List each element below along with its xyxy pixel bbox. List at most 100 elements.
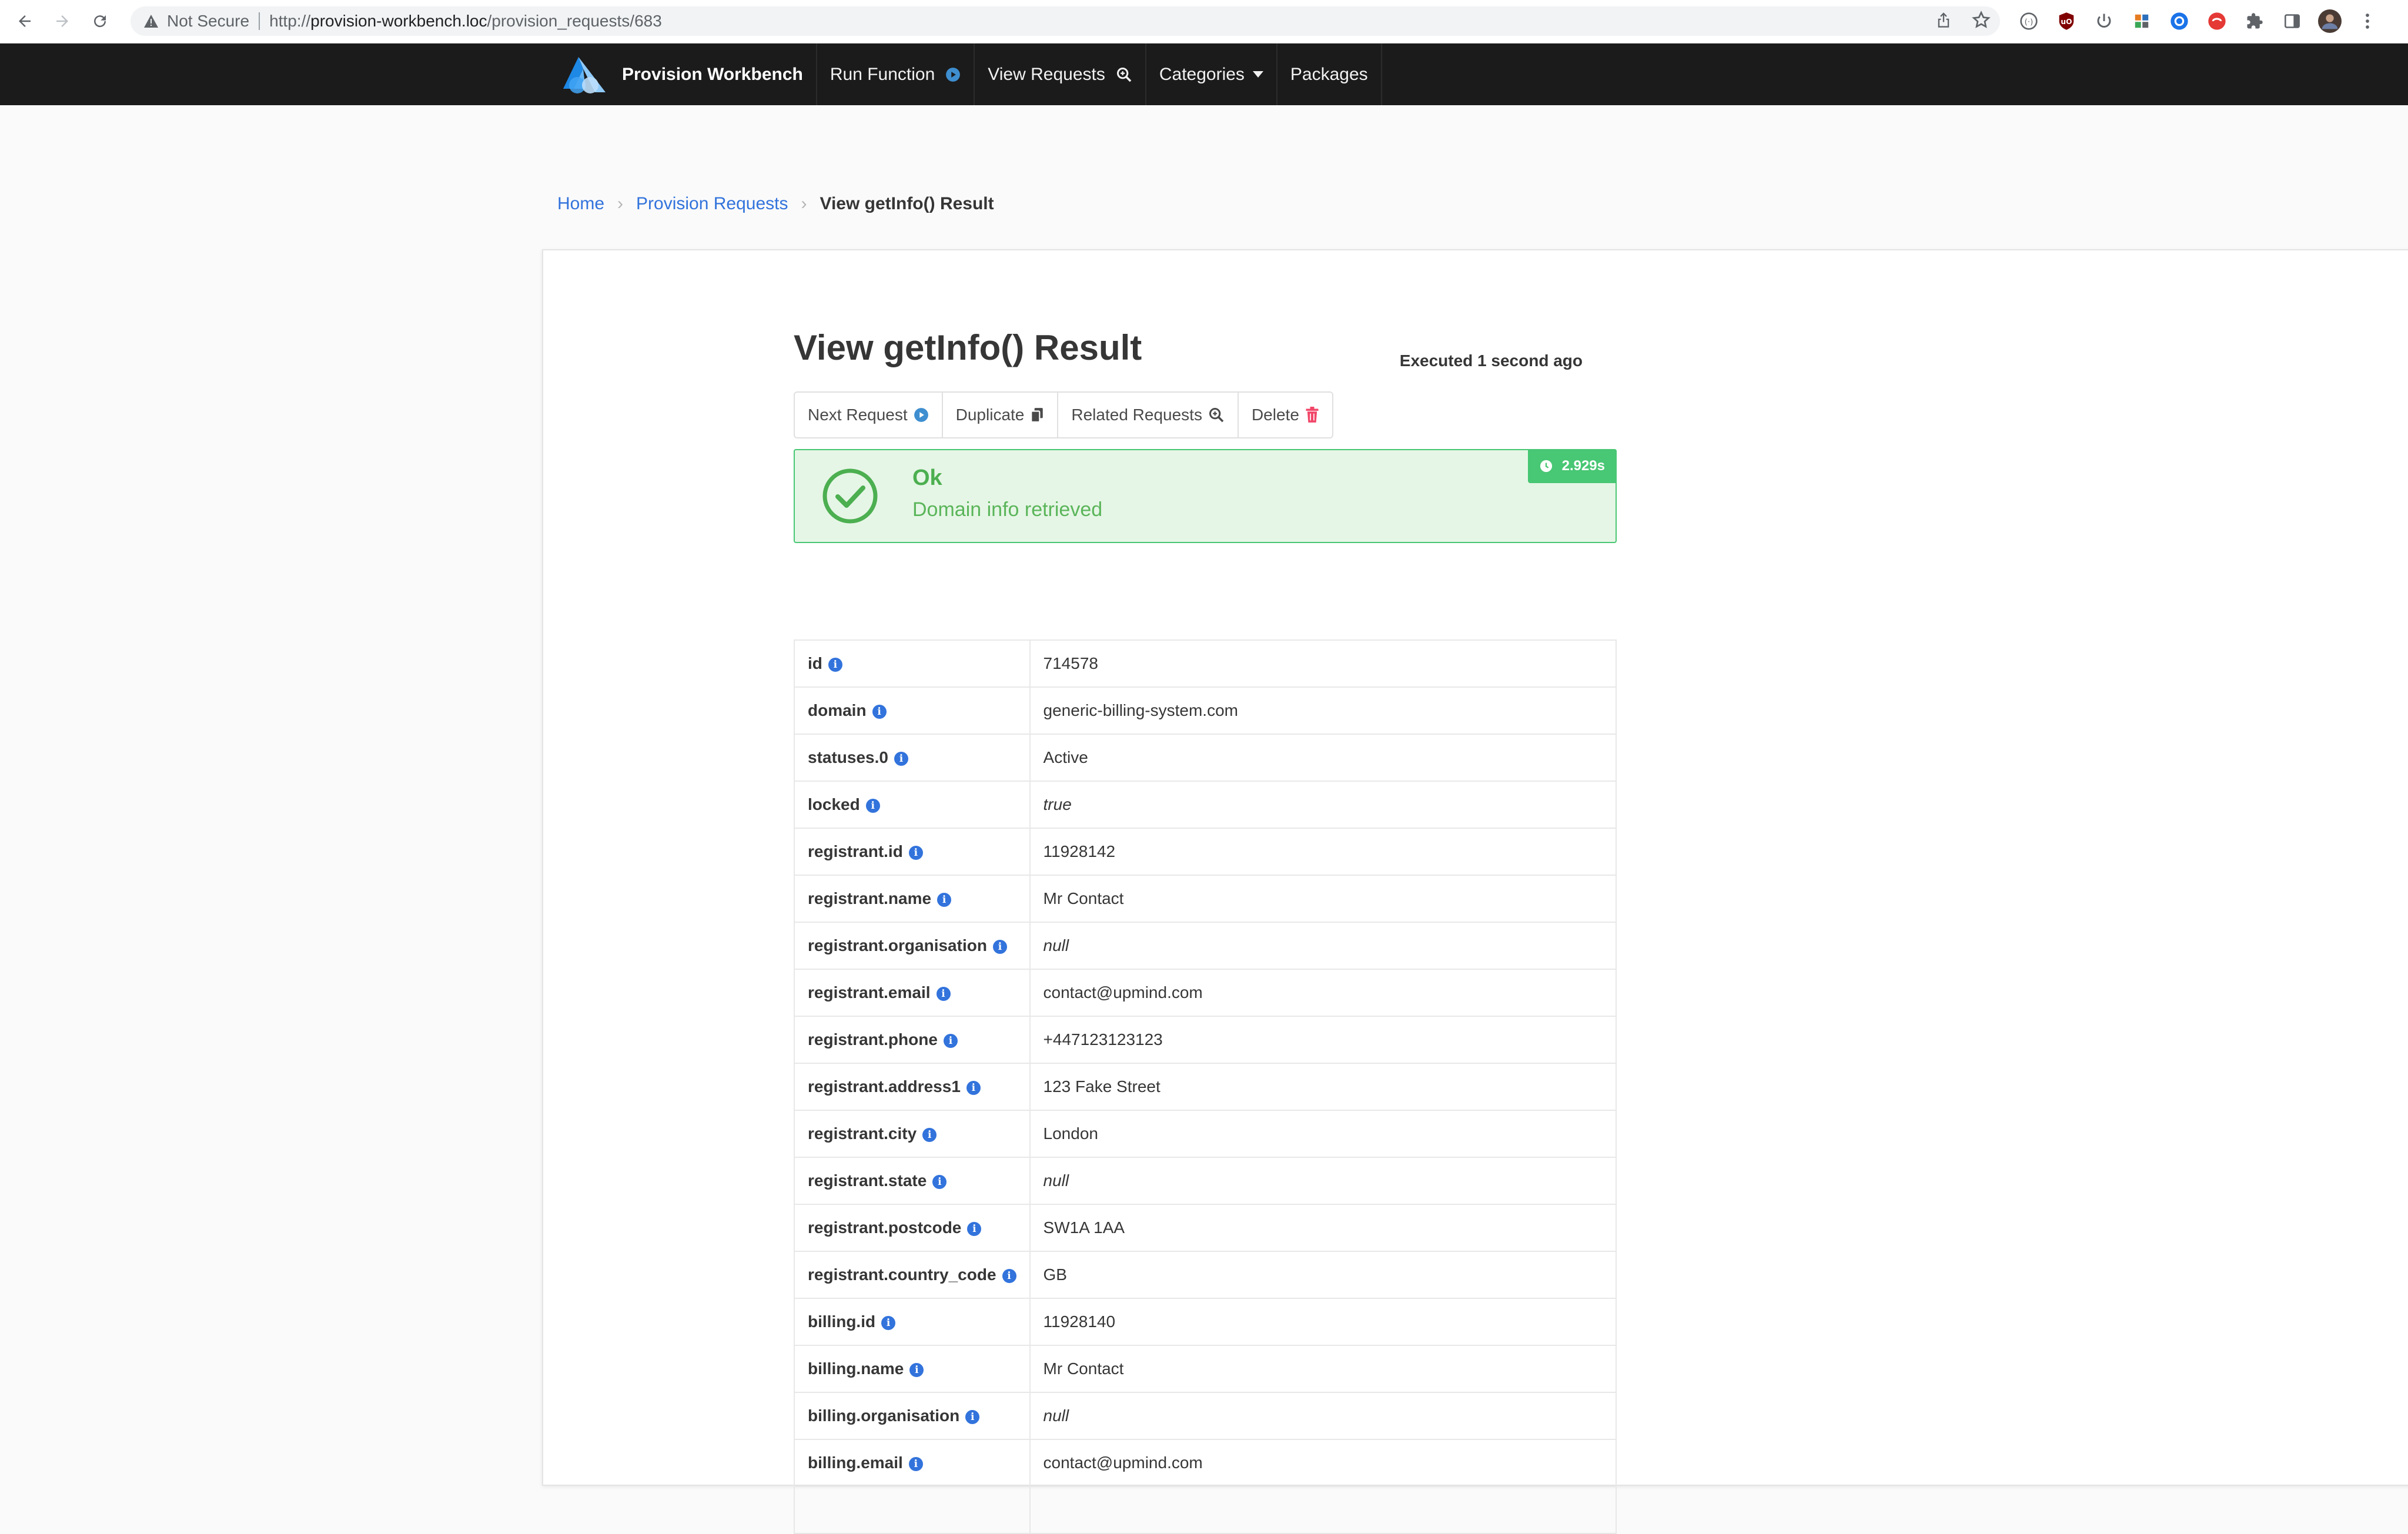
row-key-cell: id i — [794, 639, 1031, 688]
duplicate-label: Duplicate — [955, 406, 1025, 424]
reload-button[interactable] — [87, 8, 113, 34]
row-key-cell: domain i — [794, 686, 1031, 735]
row-value: null — [1029, 922, 1617, 970]
table-row: billing.name i Mr Contact — [794, 1345, 1617, 1393]
table-row: registrant.name i Mr Contact — [794, 875, 1617, 923]
info-icon[interactable]: i — [992, 939, 1007, 954]
table-row: registrant.id i 11928142 — [794, 828, 1617, 876]
back-button[interactable] — [12, 8, 38, 34]
row-value: null — [1029, 1392, 1617, 1440]
row-key: registrant.postcode — [808, 1218, 962, 1237]
row-key-cell: registrant.address1 i — [794, 1063, 1031, 1111]
row-key-cell: registrant.phone i — [794, 1016, 1031, 1064]
nav-packages[interactable]: Packages — [1276, 43, 1382, 105]
info-icon[interactable]: i — [937, 892, 952, 907]
breadcrumb-separator: › — [617, 194, 624, 213]
result-content: View getInfo() Result Executed 1 second … — [794, 327, 1617, 1534]
url-text[interactable]: http://provision-workbench.loc/provision… — [269, 12, 662, 31]
duplicate-button[interactable]: Duplicate — [941, 391, 1059, 438]
forward-button[interactable] — [49, 8, 75, 34]
row-key: billing.email — [808, 1453, 903, 1472]
info-icon[interactable]: i — [908, 1456, 923, 1471]
row-value: GB — [1029, 1251, 1617, 1299]
info-icon[interactable]: i — [909, 1362, 924, 1377]
info-icon[interactable]: i — [1002, 1268, 1016, 1283]
info-icon[interactable]: i — [967, 1221, 982, 1236]
ublock-shield-icon[interactable]: uO — [2054, 9, 2079, 34]
brand-link[interactable]: Provision Workbench — [553, 43, 816, 105]
address-bar[interactable]: Not Secure http://provision-workbench.lo… — [131, 6, 2000, 36]
browser-toolbar: Not Secure http://provision-workbench.lo… — [0, 0, 2408, 43]
row-key-cell: billing.id i — [794, 1298, 1031, 1346]
nav-categories[interactable]: Categories — [1145, 43, 1276, 105]
info-icon[interactable]: i — [932, 1174, 947, 1189]
more-menu-icon[interactable] — [2355, 9, 2380, 34]
info-icon[interactable]: i — [965, 1409, 980, 1424]
nav-run-function[interactable]: Run Function — [815, 43, 974, 105]
bookmark-star-icon[interactable] — [1972, 10, 1991, 32]
url-prefix: http:// — [269, 12, 311, 30]
info-icon[interactable]: i — [865, 798, 880, 813]
info-icon[interactable]: i — [922, 1127, 937, 1142]
reload-icon — [94, 15, 106, 28]
table-row: billing.organisation i null — [794, 1392, 1617, 1440]
extensions-puzzle-icon[interactable] — [2242, 9, 2267, 34]
row-key: registrant.id — [808, 842, 903, 860]
duration-badge: 2.929s — [1527, 449, 1617, 483]
info-icon[interactable]: i — [966, 1080, 981, 1095]
status-title: Ok — [912, 465, 942, 490]
table-row: locked i true — [794, 781, 1617, 829]
share-icon[interactable] — [1935, 11, 1952, 32]
info-icon[interactable]: i — [881, 1315, 896, 1330]
play-circle-icon — [914, 407, 929, 423]
info-icon[interactable]: i — [828, 657, 842, 672]
info-icon[interactable]: i — [894, 751, 908, 766]
nav-categories-label: Categories — [1159, 64, 1245, 84]
action-buttons: Next Request Duplicate Related Requests … — [794, 391, 1333, 438]
info-icon[interactable]: i — [872, 704, 887, 719]
extension-blue-icon[interactable] — [2167, 9, 2192, 34]
provision-workbench-logo — [563, 56, 606, 93]
side-panel-icon[interactable] — [2280, 9, 2305, 34]
nav-run-function-label: Run Function — [830, 64, 935, 84]
next-request-button[interactable]: Next Request — [794, 391, 943, 438]
row-key-cell: registrant.country_code i — [794, 1251, 1031, 1299]
warning-icon — [141, 11, 161, 31]
row-value: true — [1029, 781, 1617, 829]
row-value: +447123123123 — [1029, 1016, 1617, 1064]
row-key: locked — [808, 795, 860, 813]
app-navbar: Provision Workbench Run Function View Re… — [0, 43, 2408, 105]
row-value: generic-billing-system.com — [1029, 686, 1617, 735]
row-key-cell: registrant.organisation i — [794, 922, 1031, 970]
profile-avatar[interactable] — [2317, 9, 2342, 34]
info-icon[interactable]: i — [943, 1033, 958, 1048]
row-value: null — [1029, 1157, 1617, 1205]
related-requests-button[interactable]: Related Requests — [1057, 391, 1239, 438]
table-row: registrant.address1 i 123 Fake Street — [794, 1063, 1617, 1111]
row-value — [1029, 1486, 1617, 1534]
row-key-cell: registrant.id i — [794, 828, 1031, 876]
extension-puzzle-color-icon[interactable] — [2129, 9, 2154, 34]
breadcrumb-provision-requests[interactable]: Provision Requests — [636, 194, 788, 214]
row-key-cell: locked i — [794, 781, 1031, 829]
info-icon[interactable]: i — [936, 986, 951, 1001]
row-key: registrant.state — [808, 1171, 927, 1190]
result-table: id i 714578 domain i generic-billing-system.c… — [794, 639, 1617, 1534]
row-key-cell: billing.name i — [794, 1345, 1031, 1393]
delete-button[interactable]: Delete — [1237, 391, 1333, 438]
power-icon[interactable] — [2092, 9, 2116, 34]
row-key: id — [808, 654, 822, 672]
table-row — [794, 1486, 1617, 1534]
row-value: Active — [1029, 733, 1617, 782]
info-icon[interactable]: i — [908, 845, 923, 860]
arrow-right-icon — [56, 15, 68, 27]
security-label[interactable]: Not Secure — [167, 12, 249, 31]
clock-icon — [1540, 460, 1553, 473]
extension-grammar-icon[interactable]: (·) — [2016, 9, 2041, 34]
row-key: registrant.country_code — [808, 1265, 996, 1284]
breadcrumb-home[interactable]: Home — [557, 194, 604, 214]
extension-red-icon[interactable] — [2205, 9, 2229, 34]
table-row: domain i generic-billing-system.com — [794, 686, 1617, 735]
table-row: registrant.city i London — [794, 1110, 1617, 1158]
nav-view-requests[interactable]: View Requests — [974, 43, 1145, 105]
